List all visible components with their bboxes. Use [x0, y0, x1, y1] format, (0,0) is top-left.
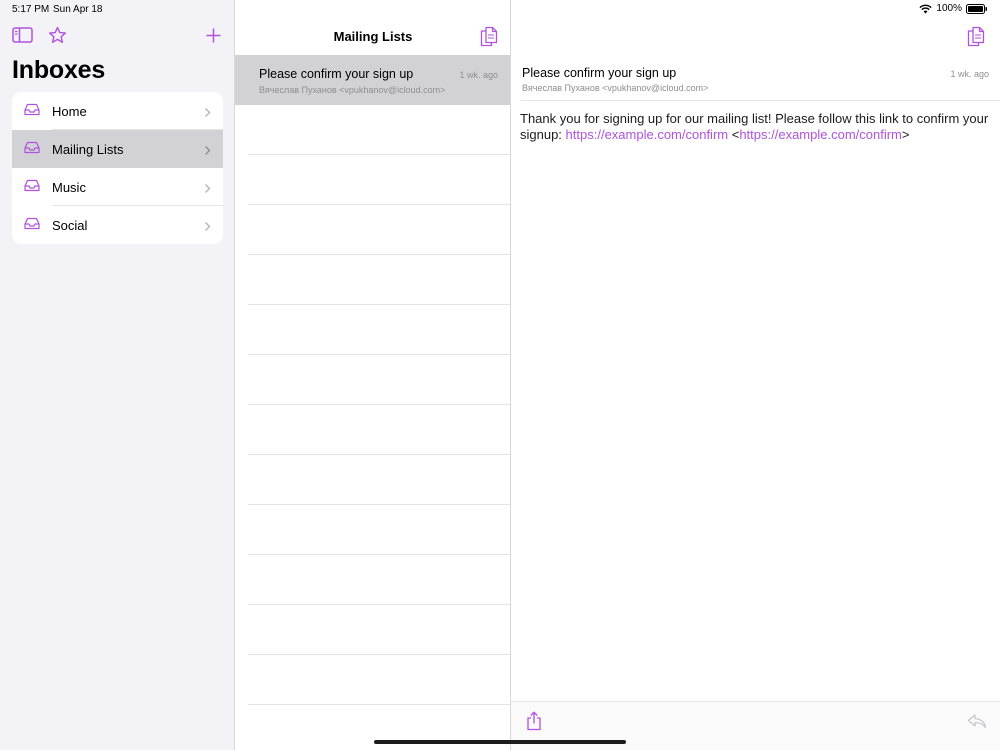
detail-time: 1 wk. ago — [950, 69, 989, 79]
row-divider — [248, 454, 511, 455]
chevron-right-icon — [204, 219, 211, 237]
message-subject: Please confirm your sign up — [259, 67, 414, 81]
chevron-right-icon — [204, 143, 211, 161]
status-time: 5:17 PM — [12, 4, 50, 15]
row-divider — [248, 604, 511, 605]
sidebar-item-label: Home — [52, 103, 87, 119]
body-text-gt: > — [901, 127, 910, 142]
row-divider — [248, 554, 511, 555]
row-divider — [248, 704, 511, 705]
sidebar-item-social[interactable]: Social — [12, 206, 223, 244]
compose-icon[interactable] — [480, 26, 498, 52]
status-date: Sun Apr 18 — [53, 4, 103, 15]
sidebar-item-label: Music — [52, 179, 86, 195]
sidebar-item-mailing-lists[interactable]: Mailing Lists — [12, 130, 223, 168]
list-title: Mailing Lists — [333, 29, 413, 44]
sidebar-toggle-icon[interactable] — [12, 26, 33, 49]
confirm-link-alt[interactable]: https://example.com/confirm — [739, 127, 902, 142]
wifi-icon — [919, 4, 933, 13]
chevron-right-icon — [204, 181, 211, 199]
tray-icon — [24, 217, 40, 235]
sidebar: Inboxes Home Mailing Lists Music Social — [0, 0, 234, 750]
detail-sender: Вячеслав Пуханов <vpukhanov@icloud.com> — [522, 83, 709, 93]
reply-icon[interactable] — [967, 713, 987, 734]
tray-icon — [24, 179, 40, 197]
row-divider — [248, 504, 511, 505]
share-icon[interactable] — [525, 711, 543, 736]
confirm-link[interactable]: https://example.com/confirm — [566, 127, 729, 142]
home-indicator — [374, 740, 626, 744]
inbox-list: Home Mailing Lists Music Social — [12, 92, 223, 244]
message-sender: Вячеслав Пуханов <vpukhanov@icloud.com> — [259, 85, 446, 95]
row-divider — [248, 254, 511, 255]
tray-icon — [24, 103, 40, 121]
sidebar-item-label: Social — [52, 217, 88, 233]
page-title: Inboxes — [12, 56, 106, 84]
battery-icon — [966, 3, 987, 14]
detail-subject: Please confirm your sign up — [522, 66, 677, 80]
body-text-lt: < — [728, 127, 740, 142]
tray-icon — [24, 141, 40, 159]
star-icon[interactable] — [48, 26, 67, 50]
message-time: 1 wk. ago — [459, 70, 498, 80]
row-divider — [248, 404, 511, 405]
list-item[interactable]: Please confirm your sign up Вячеслав Пух… — [235, 55, 511, 105]
sidebar-item-home[interactable]: Home — [12, 92, 223, 130]
row-divider — [248, 154, 511, 155]
row-divider — [248, 304, 511, 305]
sidebar-item-label: Mailing Lists — [52, 141, 124, 157]
row-divider — [248, 354, 511, 355]
status-bar: 5:17 PM Sun Apr 18 100% — [0, 0, 1000, 18]
row-divider — [248, 654, 511, 655]
sidebar-toolbar — [0, 26, 234, 48]
message-body: Thank you for signing up for our mailing… — [520, 111, 990, 143]
compose-icon[interactable] — [967, 26, 985, 52]
sidebar-item-music[interactable]: Music — [12, 168, 223, 206]
chevron-right-icon — [204, 105, 211, 123]
add-inbox-icon[interactable] — [205, 27, 222, 49]
message-detail-pane: Please confirm your sign up Вячеслав Пух… — [510, 0, 1000, 750]
status-right: 100% — [919, 3, 988, 14]
message-list-pane: Mailing Lists Please confirm your sign u… — [234, 0, 511, 750]
battery-percent: 100% — [936, 3, 962, 14]
divider — [521, 100, 1000, 101]
row-divider — [248, 204, 511, 205]
